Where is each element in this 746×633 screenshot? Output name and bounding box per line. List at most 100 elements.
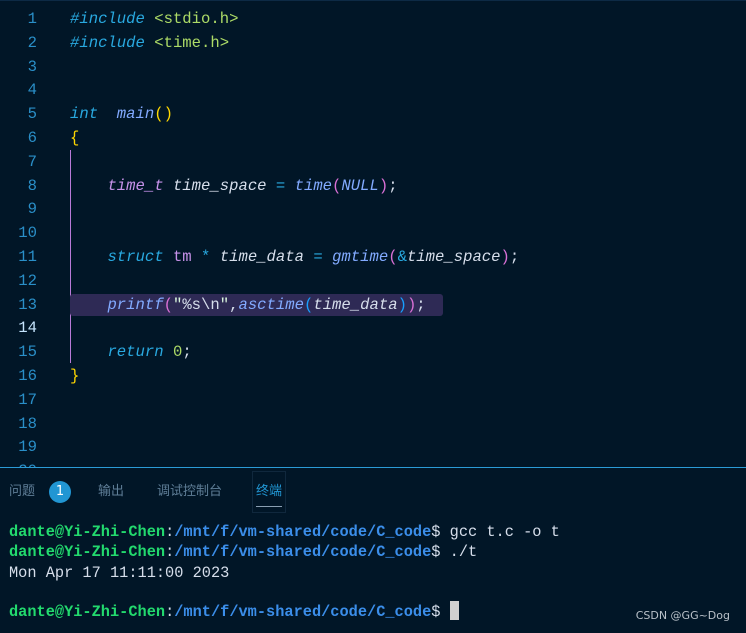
code-token: =: [266, 176, 295, 195]
prompt-user: dante@Yi-Zhi-Chen: [9, 523, 166, 541]
terminal-line: dante@Yi-Zhi-Chen:/mnt/f/vm-shared/code/…: [9, 601, 459, 621]
code-line[interactable]: 6{: [0, 126, 746, 150]
line-number: 9: [27, 200, 37, 219]
code-token: time_space: [172, 176, 267, 195]
terminal-line: dante@Yi-Zhi-Chen:/mnt/f/vm-shared/code/…: [9, 523, 560, 541]
problems-count-badge: 1: [49, 481, 71, 503]
code-line[interactable]: 10: [0, 221, 746, 245]
line-number: 1: [27, 10, 37, 28]
code-token: printf: [107, 295, 164, 314]
code-token: time_t: [107, 176, 164, 195]
code-text: }: [70, 364, 79, 388]
code-text: time_t time_space = time(NULL);: [70, 174, 397, 198]
prompt-symbol: $: [431, 523, 441, 541]
code-line[interactable]: 7: [0, 150, 746, 174]
code-line[interactable]: 19: [0, 435, 746, 459]
line-number: 6: [27, 129, 37, 147]
code-text: int main(): [70, 102, 173, 126]
code-token: time: [294, 176, 333, 195]
line-number: 19: [18, 438, 37, 457]
prompt-symbol: $: [431, 543, 441, 561]
prompt-path: /mnt/f/vm-shared/code/C_code: [174, 523, 432, 541]
code-token: tm: [172, 248, 192, 266]
code-token: return: [107, 343, 164, 362]
code-line[interactable]: 12: [0, 269, 746, 293]
prompt-user: dante@Yi-Zhi-Chen: [9, 603, 166, 621]
code-line[interactable]: 9: [0, 197, 746, 221]
code-token: %s\n: [182, 295, 220, 314]
command: ./t: [449, 543, 478, 561]
code-line[interactable]: 3: [0, 55, 746, 79]
code-token: (: [388, 248, 398, 266]
terminal-output: Mon Apr 17 11:11:00 2023: [9, 564, 230, 582]
tab-terminal[interactable]: 终端: [252, 471, 287, 513]
tab-problems[interactable]: 问题: [9, 482, 35, 502]
code-line[interactable]: 17: [0, 388, 746, 412]
terminal-cursor: [449, 601, 459, 620]
code-text: {: [70, 126, 79, 150]
code-line[interactable]: 11 struct tm * time_data = gmtime(&time_…: [0, 245, 746, 269]
code-token: {: [70, 129, 80, 147]
panel-divider[interactable]: [0, 467, 746, 468]
code-token: <time.h>: [154, 33, 230, 52]
line-number: 17: [18, 390, 37, 409]
code-token: 0: [172, 343, 183, 362]
command: gcc t.c -o t: [449, 523, 560, 541]
code-token: main: [116, 105, 155, 124]
prompt-path: /mnt/f/vm-shared/code/C_code: [174, 543, 432, 561]
code-token: ": [219, 295, 230, 314]
code-line[interactable]: 14: [0, 316, 746, 340]
code-line[interactable]: 18: [0, 412, 746, 436]
line-number: 11: [18, 248, 37, 266]
code-text: return 0;: [70, 340, 191, 364]
code-line[interactable]: 2 #include <time.h>: [0, 31, 746, 55]
prompt-user: dante@Yi-Zhi-Chen: [9, 543, 166, 561]
code-token: (: [163, 295, 173, 314]
code-line[interactable]: 4: [0, 78, 746, 102]
code-line[interactable]: 15 return 0;: [0, 340, 746, 364]
code-token: time_space: [406, 248, 501, 266]
code-text: #include <time.h>: [70, 31, 229, 55]
code-line[interactable]: 13 printf("%s\n",asctime(time_data));: [0, 293, 746, 317]
code-line[interactable]: 16}: [0, 364, 746, 388]
line-number: 8: [27, 176, 37, 195]
code-token: ): [378, 176, 389, 195]
code-line[interactable]: 8 time_t time_space = time(NULL);: [0, 174, 746, 198]
panel-tabs: 问题 输出 调试控制台 终端: [0, 470, 746, 514]
code-token: time_data: [219, 248, 304, 266]
code-token: #include: [70, 33, 145, 52]
code-token: ): [397, 295, 407, 314]
tab-output[interactable]: 输出: [98, 482, 124, 502]
line-number: 3: [27, 57, 37, 76]
code-token: &: [397, 248, 407, 266]
line-number: 14: [18, 319, 37, 338]
code-text: printf("%s\n",asctime(time_data));: [70, 293, 425, 317]
code-token: ;: [509, 248, 520, 266]
code-token: struct: [107, 248, 164, 266]
line-number: 7: [27, 152, 37, 171]
code-text: struct tm * time_data = gmtime(&time_spa…: [70, 245, 519, 269]
watermark: CSDN @GG~Dog: [635, 609, 730, 622]
code-token: (: [303, 295, 314, 314]
code-token: int: [70, 105, 99, 124]
code-line[interactable]: 1 #include <stdio.h>: [0, 7, 746, 31]
code-editor[interactable]: 1 #include <stdio.h> 2 #include <time.h> 3 4 5…: [0, 0, 746, 468]
code-line[interactable]: 5 int main(): [0, 102, 746, 126]
line-number: 16: [18, 367, 37, 385]
code-token: NULL: [341, 176, 379, 195]
tab-debug-console[interactable]: 调试控制台: [157, 482, 222, 502]
terminal-line: dante@Yi-Zhi-Chen:/mnt/f/vm-shared/code/…: [9, 543, 478, 561]
line-number: 4: [27, 81, 37, 100]
line-number: 10: [18, 224, 37, 243]
code-token: #include: [70, 10, 145, 28]
prompt-symbol: $: [431, 603, 441, 621]
line-number: 13: [18, 295, 37, 314]
code-token: ): [500, 248, 510, 266]
line-number: 5: [27, 105, 37, 124]
